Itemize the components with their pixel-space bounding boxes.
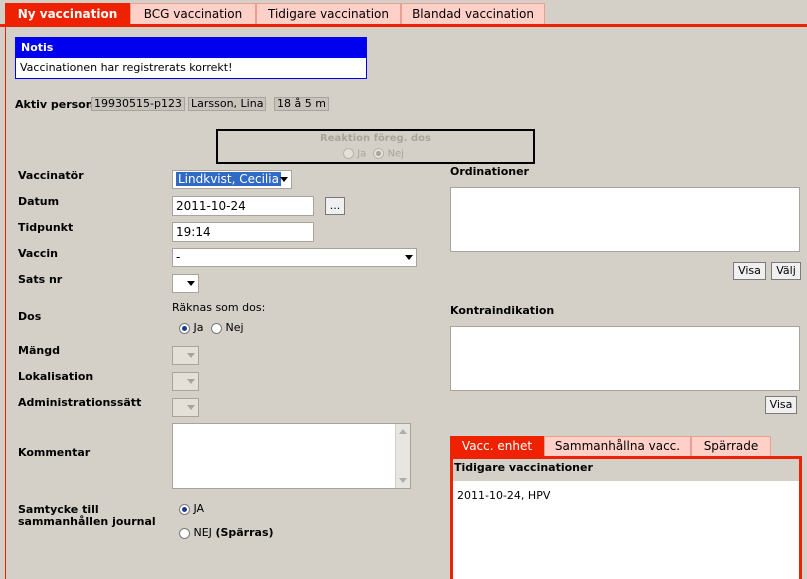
reaction-no-label: Nej — [387, 148, 405, 160]
contraindication-label: Kontraindikation — [450, 304, 555, 317]
orders-show-button[interactable]: Visa — [733, 262, 766, 280]
dose-yes-label: Ja — [193, 321, 204, 334]
chevron-down-icon — [187, 379, 195, 384]
scroll-down-icon — [399, 478, 407, 483]
administration-label: Administrationssätt — [18, 396, 142, 409]
comment-scrollbar[interactable] — [395, 424, 410, 488]
subtab-sparrade[interactable]: Spärrade — [691, 436, 771, 456]
contraindication-box[interactable] — [450, 326, 800, 391]
history-title: Tidigare vaccinationer — [453, 459, 799, 481]
date-input[interactable]: 2011-10-24 — [172, 196, 314, 216]
subtab-sammanhallna-vacc[interactable]: Sammanhållna vacc. — [544, 436, 691, 456]
tab-ny-vaccination[interactable]: Ny vaccination — [5, 3, 130, 25]
consent-label-line2: sammanhållen journal — [18, 515, 156, 528]
consent-no-option: NEJ (Spärras) — [179, 526, 274, 539]
reaction-yes-radio[interactable] — [343, 148, 354, 159]
reaction-options: Ja Nej — [343, 148, 404, 160]
dose-yes-radio[interactable] — [179, 322, 190, 334]
chevron-down-icon — [187, 281, 195, 286]
chevron-down-icon — [280, 177, 288, 182]
reaction-no-radio[interactable] — [373, 148, 385, 159]
amount-label: Mängd — [18, 344, 60, 357]
chevron-down-icon — [187, 353, 195, 358]
time-input[interactable]: 19:14 — [172, 222, 314, 242]
vaccine-value: - — [176, 250, 181, 264]
subtab-vacc-enhet[interactable]: Vacc. enhet — [450, 436, 544, 456]
reaction-group: Reaktion föreg. dos Ja Nej — [216, 129, 535, 164]
reaction-yes-label: Ja — [357, 148, 367, 160]
dose-label: Dos — [18, 310, 42, 323]
dose-no-radio[interactable] — [211, 322, 222, 334]
notice-title: Notis — [16, 38, 366, 58]
tab-underline — [0, 24, 807, 27]
orders-box[interactable] — [450, 187, 800, 252]
location-select[interactable] — [172, 372, 199, 391]
contraindication-show-button[interactable]: Visa — [765, 396, 797, 414]
time-label: Tidpunkt — [18, 221, 74, 234]
person-name: Larsson, Lina — [188, 97, 267, 111]
consent-yes-radio[interactable] — [179, 503, 190, 515]
person-id: 19930515-p123 — [91, 97, 185, 111]
tab-bcg-vaccination[interactable]: BCG vaccination — [130, 3, 256, 25]
location-label: Lokalisation — [18, 370, 94, 383]
dose-options: Ja Nej — [179, 321, 244, 334]
active-person-label: Aktiv person — [15, 98, 94, 111]
dose-question: Räknas som dos: — [172, 301, 266, 314]
comment-label: Kommentar — [18, 446, 91, 459]
scroll-up-icon — [399, 429, 407, 434]
consent-no-radio[interactable] — [179, 527, 190, 539]
batch-select[interactable] — [172, 274, 199, 293]
content-border — [5, 27, 6, 579]
tab-blandad-vaccination[interactable]: Blandad vaccination — [401, 3, 545, 25]
administration-select[interactable] — [172, 398, 199, 417]
vaccinator-value: Lindkvist, Cecilia — [176, 172, 281, 186]
notice-text: Vaccinationen har registrerats korrekt! — [20, 61, 233, 74]
vaccine-label: Vaccin — [18, 247, 58, 260]
reaction-title: Reaktion föreg. dos — [320, 133, 431, 144]
batch-label: Sats nr — [18, 273, 63, 286]
date-label: Datum — [18, 195, 60, 208]
date-picker-button[interactable]: ... — [325, 197, 345, 215]
history-panel: Tidigare vaccinationer 2011-10-24, HPV — [450, 456, 802, 579]
consent-no-label: NEJ — [193, 526, 212, 539]
vaccinator-label: Vaccinatör — [18, 169, 84, 182]
orders-choose-button[interactable]: Välj — [771, 262, 801, 280]
notice-box: Notis Vaccinationen har registrerats kor… — [15, 37, 367, 79]
tab-tidigare-vaccination[interactable]: Tidigare vaccination — [256, 3, 401, 25]
amount-select[interactable] — [172, 346, 199, 365]
chevron-down-icon — [187, 405, 195, 410]
chevron-down-icon — [405, 255, 413, 260]
vaccinator-select[interactable]: Lindkvist, Cecilia — [172, 170, 292, 189]
consent-no-note: (Spärras) — [215, 526, 274, 539]
consent-yes-label: JA — [193, 502, 205, 515]
vaccine-select[interactable]: - — [172, 248, 417, 267]
dose-no-label: Nej — [225, 321, 244, 334]
list-item: 2011-10-24, HPV — [457, 489, 551, 502]
comment-textarea[interactable] — [172, 423, 411, 489]
consent-yes-option: JA — [179, 502, 204, 515]
orders-label: Ordinationer — [450, 165, 529, 178]
person-age: 18 å 5 m — [274, 97, 329, 111]
